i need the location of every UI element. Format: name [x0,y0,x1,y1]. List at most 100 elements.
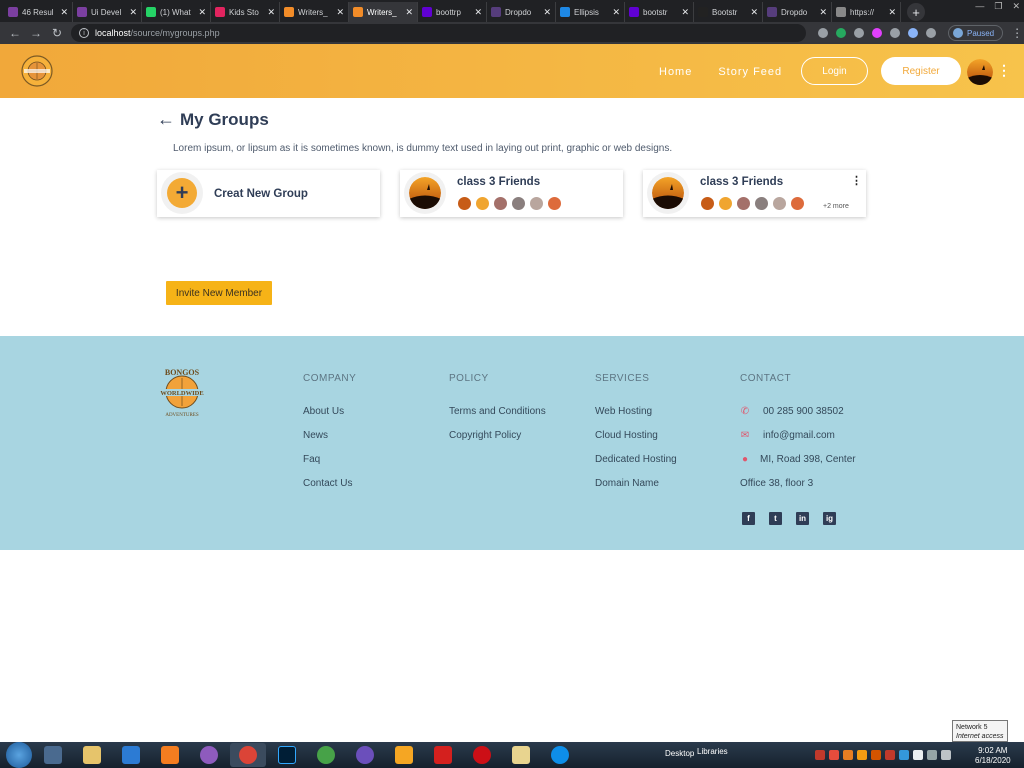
libraries-toolbar[interactable]: Libraries [697,747,728,756]
tab-close-icon[interactable]: ✕ [750,7,758,18]
forward-arrow-icon[interactable]: → [30,26,42,40]
twitter-icon[interactable]: t [769,512,782,525]
bongos-logo[interactable] [20,54,54,88]
email-address[interactable]: info@gmail.com [763,430,835,441]
address-bar[interactable]: i localhost/source/mygroups.php [71,24,806,42]
footer-link[interactable]: Domain Name [595,478,677,489]
info-icon[interactable]: i [79,28,89,38]
taskbar-app[interactable] [191,743,227,767]
instagram-icon[interactable]: ig [823,512,836,525]
tab-close-icon[interactable]: ✕ [474,7,482,18]
group-name[interactable]: class 3 Friends [700,176,783,188]
footer-link[interactable]: Copyright Policy [449,430,546,441]
group-card[interactable]: class 3 Friends [400,170,623,217]
tray-icon[interactable] [857,750,867,760]
window-controls[interactable]: — ❐ ✕ [975,1,1020,12]
tray-icon[interactable] [885,750,895,760]
tab-close-icon[interactable]: ✕ [267,7,275,18]
browser-tab[interactable]: Bootstr ✕ [694,2,763,22]
tab-close-icon[interactable]: ✕ [681,7,689,18]
user-avatar[interactable] [967,59,993,85]
restore-icon[interactable]: ❐ [994,1,1002,12]
tab-close-icon[interactable]: ✕ [888,7,896,18]
footer-link[interactable]: Cloud Hosting [595,430,677,441]
tray-icon[interactable] [941,750,951,760]
tab-close-icon[interactable]: ✕ [819,7,827,18]
taskbar-app[interactable] [269,743,305,767]
start-button[interactable] [6,742,32,768]
footer-link[interactable]: Dedicated Hosting [595,454,677,465]
group-card[interactable]: class 3 Friends +2 more ⋮ [643,170,866,217]
member-avatar[interactable] [772,196,787,211]
phone-number[interactable]: 00 285 900 38502 [763,406,844,417]
browser-tab[interactable]: Writers_ ✕ [280,2,349,22]
tray-icon[interactable] [815,750,825,760]
footer-link[interactable]: News [303,430,356,441]
member-avatar[interactable] [475,196,490,211]
member-avatar[interactable] [457,196,472,211]
tab-close-icon[interactable]: ✕ [543,7,551,18]
taskbar-app[interactable] [113,743,149,767]
invite-member-button[interactable]: Invite New Member [166,281,272,305]
linkedin-icon[interactable]: in [796,512,809,525]
taskbar-app[interactable] [308,743,344,767]
extension-icon[interactable] [872,28,882,38]
taskbar-app[interactable] [464,743,500,767]
footer-link[interactable]: Faq [303,454,356,465]
extension-icon[interactable] [836,28,846,38]
tray-icon[interactable] [871,750,881,760]
tab-close-icon[interactable]: ✕ [405,7,413,18]
taskbar-app[interactable] [347,743,383,767]
reload-icon[interactable]: ↻ [51,26,63,40]
create-group-card[interactable]: + Creat New Group [157,170,380,217]
browser-tab[interactable]: Writers_ ✕ [349,2,418,22]
more-members-count[interactable]: +2 more [823,203,849,210]
minimize-icon[interactable]: — [975,1,984,12]
member-avatar[interactable] [529,196,544,211]
footer-link[interactable]: About Us [303,406,356,417]
plus-icon[interactable]: + [167,178,197,208]
facebook-icon[interactable]: f [742,512,755,525]
new-tab-button[interactable]: + [907,3,925,21]
desktop-toolbar[interactable]: Desktop [665,749,694,758]
taskbar-app-chrome[interactable] [230,743,266,767]
nav-home[interactable]: Home [659,66,692,78]
taskbar-app[interactable] [35,743,71,767]
member-avatar[interactable] [754,196,769,211]
footer-logo[interactable]: BONGOS WORLDWIDE ADVENTURES [156,366,208,418]
tray-icon[interactable] [843,750,853,760]
extension-icon[interactable] [890,28,900,38]
tray-icon[interactable] [829,750,839,760]
tab-close-icon[interactable]: ✕ [336,7,344,18]
member-avatar[interactable] [511,196,526,211]
browser-tab[interactable]: Dropdo ✕ [763,2,832,22]
back-arrow-icon[interactable]: ← [9,26,21,40]
login-button[interactable]: Login [801,57,868,85]
taskbar-app[interactable] [425,743,461,767]
taskbar-app[interactable] [542,743,578,767]
extension-icon[interactable] [854,28,864,38]
system-clock[interactable]: 9:02 AM 6/18/2020 [975,746,1011,766]
browser-menu-icon[interactable]: ⋮ [1011,26,1023,40]
taskbar-app[interactable] [503,743,539,767]
extension-icon[interactable] [908,28,918,38]
taskbar-app[interactable] [386,743,422,767]
header-menu-icon[interactable]: ⋮ [997,62,1011,79]
tab-close-icon[interactable]: ✕ [129,7,137,18]
nav-story-feed[interactable]: Story Feed [718,66,782,78]
browser-tab[interactable]: 46 Resul ✕ [4,2,73,22]
member-avatar[interactable] [493,196,508,211]
tray-icon[interactable] [899,750,909,760]
group-options-icon[interactable]: ⋮ [851,174,862,187]
tab-close-icon[interactable]: ✕ [612,7,620,18]
extension-icon[interactable] [926,28,936,38]
taskbar-app[interactable] [152,743,188,767]
member-avatar[interactable] [718,196,733,211]
register-button[interactable]: Register [881,57,961,85]
back-arrow-icon[interactable]: ← [157,109,175,130]
member-avatar[interactable] [790,196,805,211]
member-avatar[interactable] [736,196,751,211]
browser-tab[interactable]: boottrp ✕ [418,2,487,22]
extension-icon[interactable] [818,28,828,38]
footer-link[interactable]: Contact Us [303,478,356,489]
